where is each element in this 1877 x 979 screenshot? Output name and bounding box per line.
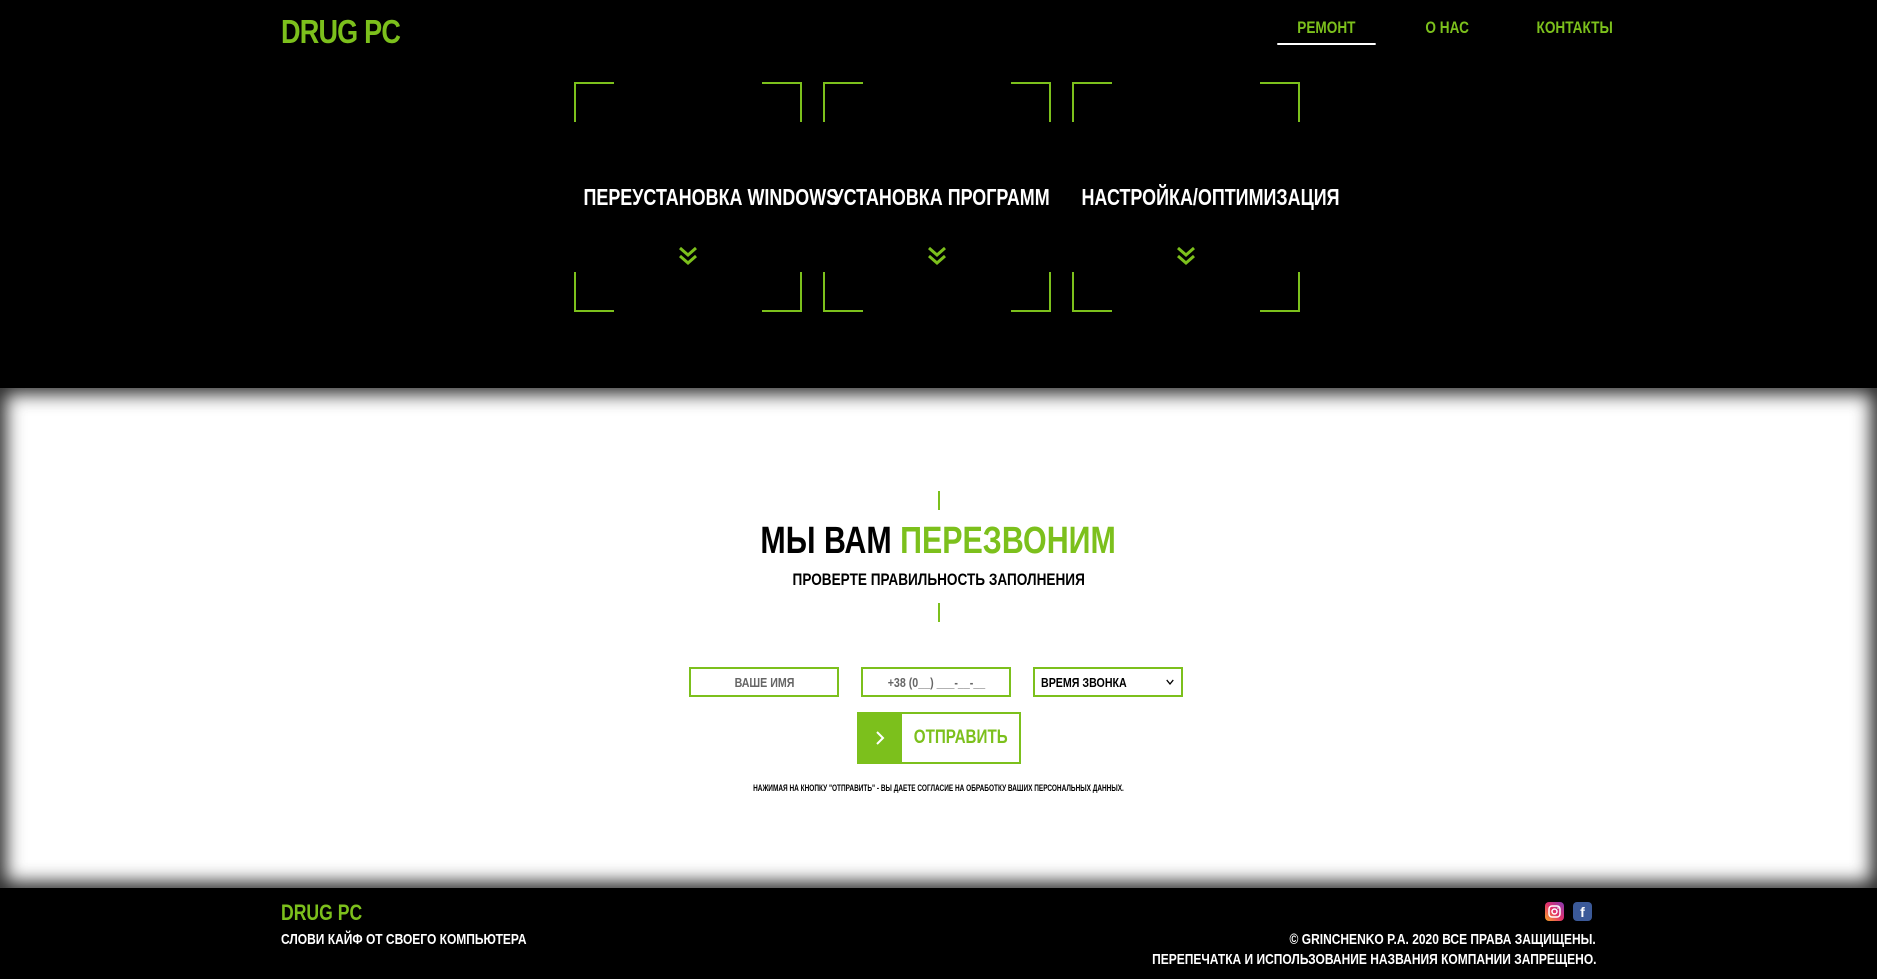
phone-input[interactable]: +38 (0__) ___-__-__ [861, 667, 1011, 697]
submit-label: ОТПРАВИТЬ [913, 727, 1008, 748]
service-card-programs[interactable]: УСТАНОВКА ПРОГРАММ [823, 82, 1051, 312]
card-corner [1011, 82, 1051, 122]
callback-subtitle: ПРОВЕРТЕ ПРАВИЛЬНОСТЬ ЗАПОЛНЕНИЯ [792, 570, 1085, 589]
card-corner [823, 82, 863, 122]
site-logo[interactable]: DRUG PC [281, 13, 401, 51]
double-chevron-down-icon[interactable] [574, 246, 802, 271]
card-corner [762, 82, 802, 122]
service-title: ПЕРЕУСТАНОВКА WINDOWS [583, 184, 839, 210]
instagram-icon[interactable] [1545, 902, 1564, 921]
call-time-select[interactable]: ВРЕМЯ ЗВОНКА [1033, 667, 1183, 697]
service-title: УСТАНОВКА ПРОГРАММ [832, 184, 1050, 210]
card-corner [1260, 272, 1300, 312]
double-chevron-down-icon[interactable] [1072, 246, 1300, 271]
nav-item-about[interactable]: О НАС [1425, 18, 1468, 38]
card-corner [1072, 272, 1112, 312]
submit-button[interactable]: ОТПРАВИТЬ [857, 712, 1021, 764]
footer-tagline: СЛОВИ КАЙФ ОТ СВОЕГО КОМПЬЮТЕРА [281, 931, 527, 948]
footer-copyright: © GRINCHENKO P.A. 2020 ВСЕ ПРАВА ЗАЩИЩЕН… [1289, 931, 1596, 948]
callback-section: МЫ ВАМ ПЕРЕЗВОНИМ ПРОВЕРТЕ ПРАВИЛЬНОСТЬ … [0, 388, 1877, 888]
chevron-down-icon [1166, 675, 1174, 689]
callback-title-part2: ПЕРЕЗВОНИМ [900, 520, 1117, 562]
card-corner [823, 272, 863, 312]
service-card-windows[interactable]: ПЕРЕУСТАНОВКА WINDOWS [574, 82, 839, 312]
nav-item-contacts[interactable]: КОНТАКТЫ [1537, 18, 1613, 38]
nav-item-repair[interactable]: РЕМОНТ [1277, 18, 1376, 45]
card-corner [762, 272, 802, 312]
divider-line [938, 603, 940, 622]
callback-title: МЫ ВАМ ПЕРЕЗВОНИМ [0, 520, 1877, 563]
double-chevron-down-icon[interactable] [823, 246, 1051, 271]
service-card-optimization[interactable]: НАСТРОЙКА/ОПТИМИЗАЦИЯ [1072, 82, 1340, 312]
card-corner [574, 272, 614, 312]
callback-title-part1: МЫ ВАМ [760, 520, 893, 562]
chevron-right-icon [859, 714, 902, 762]
card-corner [1260, 82, 1300, 122]
service-title: НАСТРОЙКА/ОПТИМИЗАЦИЯ [1081, 184, 1340, 210]
footer-logo[interactable]: DRUG PC [281, 900, 362, 926]
footer-rights-notice: ПЕРЕПЕЧАТКА И ИСПОЛЬЗОВАНИЕ НАЗВАНИЯ КОМ… [1151, 951, 1596, 968]
divider-line [938, 491, 940, 510]
facebook-icon[interactable]: f [1573, 902, 1592, 921]
card-corner [1011, 272, 1051, 312]
name-input[interactable]: ВАШЕ ИМЯ [689, 667, 839, 697]
card-corner [1072, 82, 1112, 122]
consent-disclaimer: НАЖИМАЯ НА КНОПКУ "ОТПРАВИТЬ" - ВЫ ДАЕТЕ… [753, 783, 1124, 793]
card-corner [574, 82, 614, 122]
